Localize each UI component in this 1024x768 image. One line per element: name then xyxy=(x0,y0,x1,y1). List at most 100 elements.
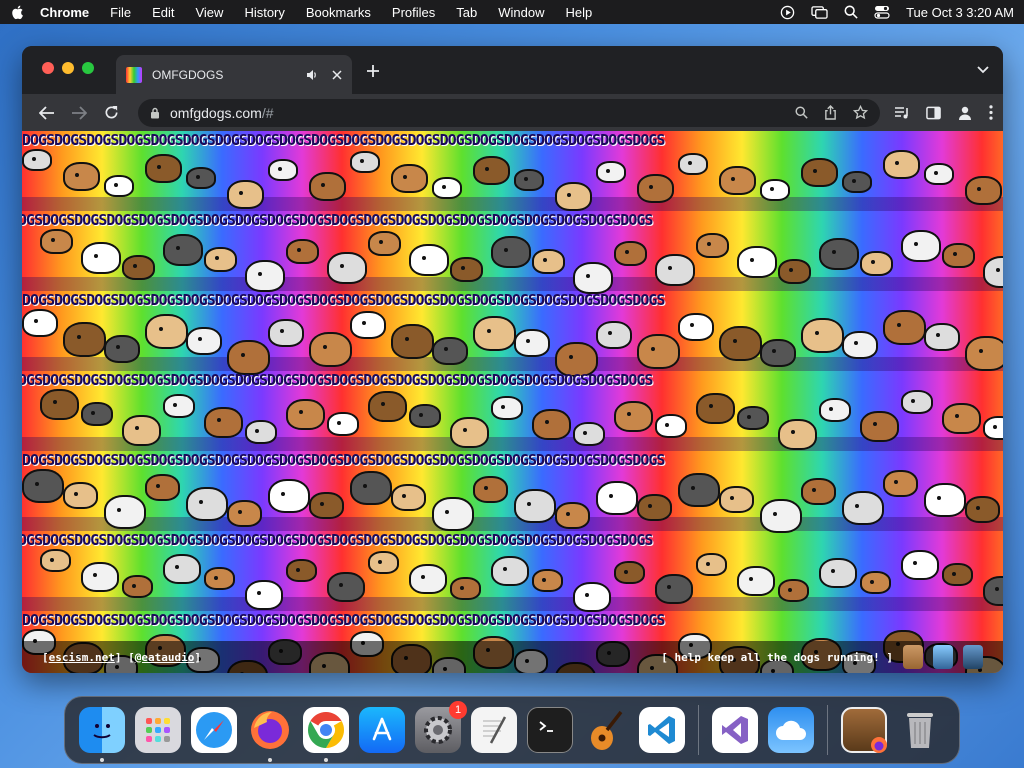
system-settings-icon[interactable]: 1 xyxy=(415,701,467,753)
pixel-dog-sprite xyxy=(40,549,71,572)
textedit-icon[interactable] xyxy=(471,707,517,753)
pixel-dog-sprite xyxy=(965,336,1003,371)
eataudio-link[interactable]: @eataudio xyxy=(135,651,195,664)
tab-omfgdogs[interactable]: OMFGDOGS xyxy=(116,55,352,94)
tab-search-chevron-icon[interactable] xyxy=(977,66,989,74)
app-store-icon[interactable] xyxy=(359,707,405,753)
pixel-dog-sprite xyxy=(473,156,510,185)
apple-icon[interactable] xyxy=(10,4,26,20)
pixel-dog-sprite xyxy=(81,562,119,592)
control-center-icon[interactable] xyxy=(874,5,890,19)
menu-edit[interactable]: Edit xyxy=(152,5,174,20)
finder-running-dot xyxy=(100,758,104,762)
donate-dog-sprite-icon[interactable] xyxy=(903,645,923,669)
pixel-dog-sprite xyxy=(286,239,319,264)
spotlight-search-icon[interactable] xyxy=(844,5,858,19)
pixel-dog-sprite xyxy=(965,176,1002,205)
pixel-dog-sprite xyxy=(22,469,64,503)
vscode-logo-icon xyxy=(648,716,675,744)
donate-wizard-sprite-icon[interactable] xyxy=(963,645,983,669)
menu-profiles[interactable]: Profiles xyxy=(392,5,435,20)
pixel-dog-sprite xyxy=(163,394,195,418)
pixel-dog-sprite xyxy=(40,389,79,420)
pixel-dog-sprite xyxy=(122,575,153,598)
terminal-icon[interactable] xyxy=(527,707,573,753)
back-button[interactable] xyxy=(32,99,62,127)
visual-studio-logo-icon xyxy=(722,716,748,744)
visual-studio-icon[interactable] xyxy=(712,707,758,753)
fullscreen-window-button[interactable] xyxy=(82,62,94,74)
pixel-dog-sprite xyxy=(227,500,262,527)
pixel-dog-sprite xyxy=(286,559,317,582)
trash-icon[interactable] xyxy=(897,707,943,753)
pixel-dog-sprite xyxy=(409,244,449,276)
pixel-dog-sprite xyxy=(842,171,872,193)
pixel-dog-sprite xyxy=(637,334,680,369)
pixel-dog-sprite xyxy=(901,390,933,414)
pixel-dog-sprite xyxy=(104,495,146,529)
reload-button[interactable] xyxy=(96,99,126,127)
launchpad-icon[interactable] xyxy=(135,707,181,753)
donate-text[interactable]: [ help keep all the dogs running! ] xyxy=(661,651,893,664)
pixel-dog-sprite xyxy=(145,474,180,501)
pixel-dog-sprite xyxy=(614,561,645,584)
preview-window-thumbnail[interactable] xyxy=(841,707,887,753)
search-icon[interactable] xyxy=(795,106,808,119)
dogs-text-row: DOGSDOGSDOGSDOGSDOGSDOGSDOGSDOGSDOGSDOGS… xyxy=(22,451,665,469)
close-tab-icon[interactable] xyxy=(332,69,342,80)
share-icon[interactable] xyxy=(824,105,837,120)
new-tab-button[interactable] xyxy=(366,62,380,80)
pixel-dog-sprite xyxy=(245,420,277,444)
dogs-text-row: DOGSDOGSDOGSDOGSDOGSDOGSDOGSDOGSDOGSDOGS… xyxy=(22,131,665,149)
pixel-dog-sprite xyxy=(596,321,632,349)
profile-avatar-icon[interactable] xyxy=(957,105,973,121)
gear-icon xyxy=(424,716,452,744)
chrome-icon[interactable] xyxy=(303,707,349,762)
garageband-icon[interactable] xyxy=(583,707,629,753)
pixel-dog-sprite xyxy=(883,310,926,345)
escism-link[interactable]: escism.net xyxy=(49,651,115,664)
page-footer: [ escism.net ] [ @eataudio ] [ help keep… xyxy=(22,641,1003,673)
pixel-dog-sprite xyxy=(327,572,365,602)
safari-icon[interactable] xyxy=(191,707,237,753)
play-circle-icon[interactable] xyxy=(780,5,795,20)
media-controls-icon[interactable] xyxy=(894,106,910,120)
pixel-dog-sprite xyxy=(122,415,161,446)
donate-fox-sprite-icon[interactable] xyxy=(933,645,953,669)
vscode-icon[interactable] xyxy=(639,707,685,753)
forward-button[interactable] xyxy=(64,99,94,127)
pixel-dog-sprite xyxy=(432,337,468,365)
more-options-icon[interactable] xyxy=(989,105,993,120)
menu-help[interactable]: Help xyxy=(566,5,593,20)
pixel-dog-sprite xyxy=(514,329,550,357)
finder-face-icon xyxy=(93,724,111,739)
speaker-icon[interactable] xyxy=(306,69,318,81)
pixel-dog-sprite xyxy=(801,478,836,505)
menu-history[interactable]: History xyxy=(244,5,284,20)
weather-icon[interactable] xyxy=(768,707,814,753)
pixel-dog-sprite xyxy=(268,159,298,181)
menu-view[interactable]: View xyxy=(195,5,223,20)
pixel-dog-sprite xyxy=(555,182,592,211)
pixel-dog-sprite xyxy=(81,402,113,426)
menu-window[interactable]: Window xyxy=(498,5,544,20)
menu-file[interactable]: File xyxy=(110,5,131,20)
finder-icon[interactable] xyxy=(79,707,125,762)
pixel-dog-sprite xyxy=(573,422,605,446)
pixel-dog-sprite xyxy=(655,414,687,438)
menu-bookmarks[interactable]: Bookmarks xyxy=(306,5,371,20)
screen-mirroring-icon[interactable] xyxy=(811,5,828,20)
minimize-window-button[interactable] xyxy=(62,62,74,74)
pixel-dog-sprite xyxy=(883,150,920,179)
side-panel-icon[interactable] xyxy=(926,106,941,120)
menu-clock[interactable]: Tue Oct 3 3:20 AM xyxy=(906,5,1014,20)
pixel-dog-sprite xyxy=(678,313,714,341)
lock-icon[interactable] xyxy=(150,107,160,119)
firefox-icon[interactable] xyxy=(247,707,293,762)
menu-app-name[interactable]: Chrome xyxy=(40,5,89,20)
menu-tab[interactable]: Tab xyxy=(456,5,477,20)
bookmark-star-icon[interactable] xyxy=(853,105,868,120)
address-bar[interactable]: omfgdogs.com/# xyxy=(138,98,880,127)
close-window-button[interactable] xyxy=(42,62,54,74)
dock-separator-2 xyxy=(827,705,828,755)
